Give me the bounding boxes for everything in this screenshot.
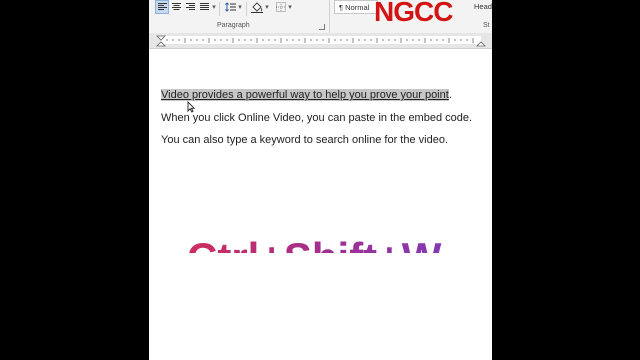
ngcc-logo: NGCC bbox=[374, 0, 453, 27]
shading-button[interactable] bbox=[250, 0, 264, 14]
align-right-icon bbox=[186, 3, 195, 10]
justify-dropdown[interactable]: ▾ bbox=[211, 0, 217, 14]
ribbon: ▾ ▾ ▾ ▾ Paragraph ¶ Normal Head St NGCC bbox=[149, 0, 492, 34]
align-left-icon bbox=[157, 3, 167, 10]
align-center-button[interactable] bbox=[170, 0, 183, 14]
justify-icon bbox=[200, 3, 209, 10]
right-indent-marker[interactable] bbox=[476, 41, 486, 47]
borders-button[interactable] bbox=[274, 0, 287, 14]
paragraph-2[interactable]: When you click Online Video, you can pas… bbox=[161, 112, 472, 124]
line-spacing-dropdown[interactable]: ▾ bbox=[237, 0, 243, 14]
align-left-button[interactable] bbox=[155, 0, 169, 14]
hanging-indent-marker[interactable] bbox=[156, 41, 166, 47]
ruler-tick-marks bbox=[166, 38, 474, 43]
paragraph-group-label: Paragraph bbox=[217, 22, 250, 29]
first-line-indent-marker[interactable] bbox=[156, 35, 166, 41]
borders-icon bbox=[275, 2, 286, 12]
chevron-down-icon: ▾ bbox=[238, 3, 242, 11]
selected-text[interactable]: Video provides a powerful way to help yo… bbox=[161, 89, 449, 101]
chevron-down-icon: ▾ bbox=[288, 3, 292, 11]
line-spacing-button[interactable] bbox=[223, 0, 237, 14]
style-normal[interactable]: ¶ Normal bbox=[334, 0, 378, 14]
word-window: ▾ ▾ ▾ ▾ Paragraph ¶ Normal Head St NGCC … bbox=[149, 0, 492, 360]
divider bbox=[246, 2, 247, 16]
paragraph-dialog-launcher-icon[interactable] bbox=[319, 24, 325, 30]
chevron-down-icon: ▾ bbox=[212, 3, 216, 11]
shortcut-overlay: Ctrl+Shift+W bbox=[187, 235, 467, 253]
shading-dropdown[interactable]: ▾ bbox=[264, 0, 270, 14]
shortcut-text: Ctrl+Shift+W bbox=[187, 235, 467, 253]
paragraph-1-tail: . bbox=[448, 89, 452, 101]
ibeam-cursor-icon bbox=[187, 101, 195, 113]
borders-dropdown[interactable]: ▾ bbox=[287, 0, 293, 14]
line-spacing-icon bbox=[224, 2, 236, 12]
align-center-icon bbox=[172, 3, 181, 10]
shading-icon bbox=[251, 1, 263, 13]
justify-button[interactable] bbox=[198, 0, 211, 14]
document-page[interactable]: Video provides a powerful way to help yo… bbox=[149, 49, 492, 360]
divider bbox=[219, 2, 220, 16]
align-right-button[interactable] bbox=[184, 0, 197, 14]
chevron-down-icon: ▾ bbox=[265, 3, 269, 11]
divider bbox=[329, 0, 330, 33]
ruler-ticks bbox=[156, 35, 486, 47]
paragraph-3[interactable]: You can also type a keyword to search on… bbox=[161, 134, 448, 146]
paragraph-1[interactable]: Video provides a powerful way to help yo… bbox=[161, 89, 452, 101]
style-heading[interactable]: Head bbox=[474, 2, 492, 11]
styles-group-label: St bbox=[483, 22, 490, 29]
ruler bbox=[149, 33, 492, 49]
